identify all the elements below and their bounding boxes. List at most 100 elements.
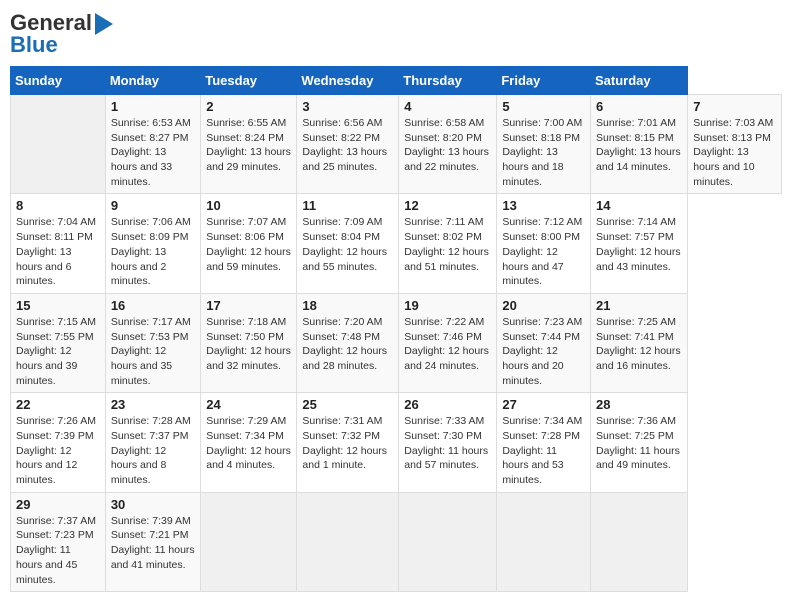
day-number: 21 [596,298,682,313]
sunrise: Sunrise: 7:12 AM [502,216,582,228]
sunrise: Sunrise: 7:09 AM [302,216,382,228]
day-info: Sunrise: 7:04 AM Sunset: 8:11 PM Dayligh… [16,215,100,288]
calendar-cell: 5 Sunrise: 7:00 AM Sunset: 8:18 PM Dayli… [497,95,591,194]
sunrise: Sunrise: 7:39 AM [111,515,191,527]
day-info: Sunrise: 7:15 AM Sunset: 7:55 PM Dayligh… [16,315,100,388]
calendar-cell: 18 Sunrise: 7:20 AM Sunset: 7:48 PM Dayl… [297,293,399,392]
day-info: Sunrise: 7:00 AM Sunset: 8:18 PM Dayligh… [502,116,585,189]
sunset: Sunset: 7:30 PM [404,430,482,442]
header-thursday: Thursday [399,67,497,95]
daylight: Daylight: 12 hours and 51 minutes. [404,246,489,273]
calendar-cell: 23 Sunrise: 7:28 AM Sunset: 7:37 PM Dayl… [105,393,200,492]
calendar-cell [497,492,591,591]
daylight: Daylight: 12 hours and 39 minutes. [16,345,77,386]
day-number: 5 [502,99,585,114]
sunset: Sunset: 8:24 PM [206,132,284,144]
daylight: Daylight: 12 hours and 59 minutes. [206,246,291,273]
day-number: 26 [404,397,491,412]
daylight: Daylight: 12 hours and 4 minutes. [206,445,291,472]
calendar-table: Sunday Monday Tuesday Wednesday Thursday… [10,66,782,592]
sunset: Sunset: 8:00 PM [502,231,580,243]
calendar-cell [297,492,399,591]
day-info: Sunrise: 7:33 AM Sunset: 7:30 PM Dayligh… [404,414,491,473]
daylight: Daylight: 12 hours and 32 minutes. [206,345,291,372]
sunrise: Sunrise: 6:53 AM [111,117,191,129]
day-number: 25 [302,397,393,412]
sunset: Sunset: 8:04 PM [302,231,380,243]
sunrise: Sunrise: 7:00 AM [502,117,582,129]
sunset: Sunset: 7:55 PM [16,331,94,343]
day-info: Sunrise: 7:36 AM Sunset: 7:25 PM Dayligh… [596,414,682,473]
sunrise: Sunrise: 7:04 AM [16,216,96,228]
calendar-cell: 14 Sunrise: 7:14 AM Sunset: 7:57 PM Dayl… [591,194,688,293]
sunset: Sunset: 7:34 PM [206,430,284,442]
daylight: Daylight: 13 hours and 6 minutes. [16,246,71,287]
header-saturday: Saturday [591,67,688,95]
calendar-cell: 1 Sunrise: 6:53 AM Sunset: 8:27 PM Dayli… [105,95,200,194]
sunrise: Sunrise: 7:20 AM [302,316,382,328]
day-info: Sunrise: 6:58 AM Sunset: 8:20 PM Dayligh… [404,116,491,175]
day-info: Sunrise: 7:20 AM Sunset: 7:48 PM Dayligh… [302,315,393,374]
sunrise: Sunrise: 7:22 AM [404,316,484,328]
sunset: Sunset: 8:02 PM [404,231,482,243]
daylight: Daylight: 11 hours and 53 minutes. [502,445,563,486]
calendar-cell: 9 Sunrise: 7:06 AM Sunset: 8:09 PM Dayli… [105,194,200,293]
daylight: Daylight: 12 hours and 8 minutes. [111,445,166,486]
sunset: Sunset: 8:27 PM [111,132,189,144]
day-number: 30 [111,497,195,512]
day-info: Sunrise: 7:25 AM Sunset: 7:41 PM Dayligh… [596,315,682,374]
sunrise: Sunrise: 7:36 AM [596,415,676,427]
day-number: 10 [206,198,291,213]
sunset: Sunset: 7:23 PM [16,529,94,541]
calendar-cell: 13 Sunrise: 7:12 AM Sunset: 8:00 PM Dayl… [497,194,591,293]
sunset: Sunset: 7:25 PM [596,430,674,442]
calendar-cell [11,95,106,194]
daylight: Daylight: 13 hours and 18 minutes. [502,146,563,187]
calendar-cell: 29 Sunrise: 7:37 AM Sunset: 7:23 PM Dayl… [11,492,106,591]
sunset: Sunset: 7:57 PM [596,231,674,243]
day-number: 23 [111,397,195,412]
header-tuesday: Tuesday [201,67,297,95]
day-info: Sunrise: 6:56 AM Sunset: 8:22 PM Dayligh… [302,116,393,175]
sunset: Sunset: 8:18 PM [502,132,580,144]
daylight: Daylight: 13 hours and 29 minutes. [206,146,291,173]
calendar-header: Sunday Monday Tuesday Wednesday Thursday… [11,67,782,95]
daylight: Daylight: 11 hours and 41 minutes. [111,544,195,571]
daylight: Daylight: 13 hours and 10 minutes. [693,146,754,187]
day-info: Sunrise: 7:31 AM Sunset: 7:32 PM Dayligh… [302,414,393,473]
sunrise: Sunrise: 7:06 AM [111,216,191,228]
day-number: 2 [206,99,291,114]
daylight: Daylight: 13 hours and 25 minutes. [302,146,387,173]
day-number: 28 [596,397,682,412]
header-friday: Friday [497,67,591,95]
header-row: Sunday Monday Tuesday Wednesday Thursday… [11,67,782,95]
sunrise: Sunrise: 7:29 AM [206,415,286,427]
daylight: Daylight: 12 hours and 16 minutes. [596,345,681,372]
day-info: Sunrise: 6:53 AM Sunset: 8:27 PM Dayligh… [111,116,195,189]
day-info: Sunrise: 7:23 AM Sunset: 7:44 PM Dayligh… [502,315,585,388]
day-number: 22 [16,397,100,412]
sunrise: Sunrise: 7:28 AM [111,415,191,427]
sunset: Sunset: 7:48 PM [302,331,380,343]
calendar-cell [591,492,688,591]
sunrise: Sunrise: 7:34 AM [502,415,582,427]
sunset: Sunset: 8:13 PM [693,132,771,144]
daylight: Daylight: 13 hours and 2 minutes. [111,246,166,287]
day-info: Sunrise: 7:26 AM Sunset: 7:39 PM Dayligh… [16,414,100,487]
day-number: 27 [502,397,585,412]
sunrise: Sunrise: 7:23 AM [502,316,582,328]
daylight: Daylight: 12 hours and 55 minutes. [302,246,387,273]
daylight: Daylight: 11 hours and 45 minutes. [16,544,77,585]
day-number: 4 [404,99,491,114]
calendar-cell: 3 Sunrise: 6:56 AM Sunset: 8:22 PM Dayli… [297,95,399,194]
sunrise: Sunrise: 7:07 AM [206,216,286,228]
sunset: Sunset: 8:15 PM [596,132,674,144]
day-info: Sunrise: 7:01 AM Sunset: 8:15 PM Dayligh… [596,116,682,175]
sunset: Sunset: 7:39 PM [16,430,94,442]
daylight: Daylight: 12 hours and 1 minute. [302,445,387,472]
calendar-cell [201,492,297,591]
calendar-body: 1 Sunrise: 6:53 AM Sunset: 8:27 PM Dayli… [11,95,782,592]
daylight: Daylight: 12 hours and 12 minutes. [16,445,77,486]
daylight: Daylight: 12 hours and 20 minutes. [502,345,563,386]
daylight: Daylight: 11 hours and 49 minutes. [596,445,680,472]
